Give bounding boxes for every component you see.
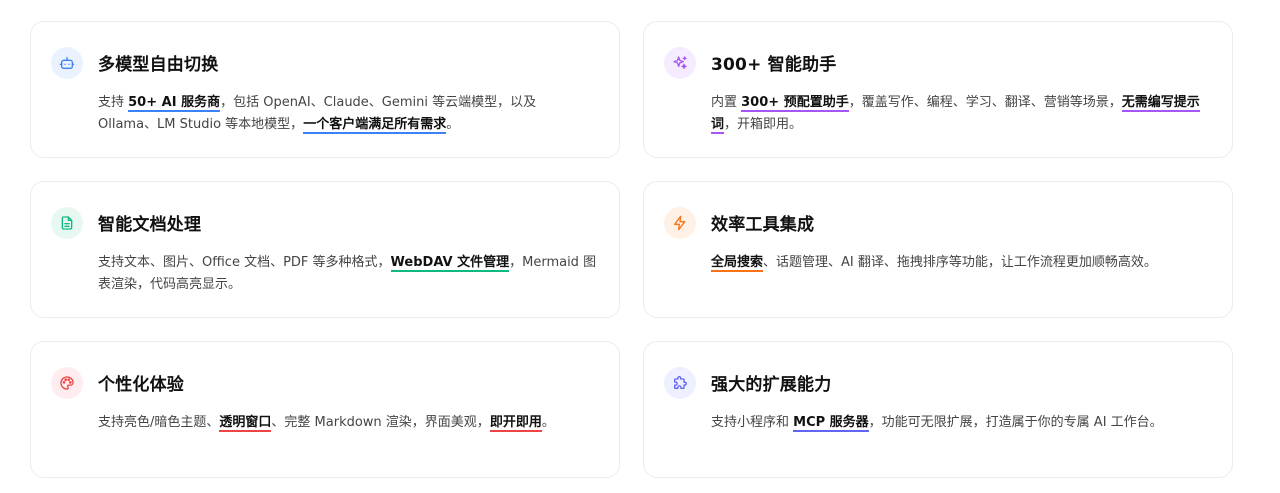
feature-card-extensions: 强大的扩展能力 支持小程序和 MCP 服务器，功能可无限扩展，打造属于你的专属 … [643, 341, 1233, 478]
description-text: ，覆盖写作、编程、学习、翻译、营销等场景， [848, 95, 1122, 110]
feature-card-documents: 智能文档处理 支持文本、图片、Office 文档、PDF 等多种格式，WebDA… [30, 181, 620, 318]
highlight-text: WebDAV 文件管理 [390, 255, 510, 272]
palette-icon [60, 376, 74, 390]
sparkles-icon [673, 56, 687, 69]
description-text: 。 [541, 415, 555, 430]
description-text: 内置 [711, 95, 742, 110]
description-text: 支持 [98, 95, 129, 110]
features-grid: 多模型自由切换 支持 50+ AI 服务商，包括 OpenAI、Claude、G… [0, 0, 1280, 493]
description-text: 、话题管理、AI 翻译、拖拽排序等功能，让工作流程更加顺畅高效。 [763, 255, 1157, 270]
feature-card-efficiency: 效率工具集成 全局搜索、话题管理、AI 翻译、拖拽排序等功能，让工作流程更加顺畅… [643, 181, 1233, 318]
document-icon [61, 216, 73, 230]
description-text: 、完整 Markdown 渲染，界面美观， [271, 415, 490, 430]
description-text: ，功能可无限扩展，打造属于你的专属 AI 工作台。 [868, 415, 1163, 430]
feature-title: 效率工具集成 [711, 215, 815, 235]
feature-card-assistants: 300+ 智能助手 内置 300+ 预配置助手，覆盖写作、编程、学习、翻译、营销… [643, 21, 1233, 158]
description-text: 支持文本、图片、Office 文档、PDF 等多种格式， [98, 255, 391, 270]
highlight-text: 透明窗口 [219, 415, 272, 432]
feature-card-personalization: 个性化体验 支持亮色/暗色主题、透明窗口、完整 Markdown 渲染，界面美观… [30, 341, 620, 478]
highlight-text: 即开即用 [489, 415, 542, 432]
feature-description: 支持亮色/暗色主题、透明窗口、完整 Markdown 渲染，界面美观，即开即用。 [98, 412, 598, 434]
feature-description: 支持 50+ AI 服务商，包括 OpenAI、Claude、Gemini 等云… [98, 92, 598, 136]
lightning-icon [674, 215, 686, 231]
icon-badge [51, 47, 83, 79]
icon-badge [664, 367, 696, 399]
puzzle-icon [674, 376, 687, 389]
feature-description: 支持文本、图片、Office 文档、PDF 等多种格式，WebDAV 文件管理，… [98, 252, 598, 296]
feature-description: 支持小程序和 MCP 服务器，功能可无限扩展，打造属于你的专属 AI 工作台。 [711, 412, 1211, 434]
icon-badge [51, 367, 83, 399]
icon-badge [51, 207, 83, 239]
feature-title: 个性化体验 [98, 375, 184, 395]
feature-title: 多模型自由切换 [98, 55, 219, 75]
highlight-text: 全局搜索 [711, 255, 764, 272]
highlight-text: 一个客户端满足所有需求 [303, 117, 447, 134]
feature-card-multi-model: 多模型自由切换 支持 50+ AI 服务商，包括 OpenAI、Claude、G… [30, 21, 620, 158]
description-text: 支持小程序和 [711, 415, 794, 430]
icon-badge [664, 47, 696, 79]
feature-description: 全局搜索、话题管理、AI 翻译、拖拽排序等功能，让工作流程更加顺畅高效。 [711, 252, 1211, 274]
feature-title: 智能文档处理 [98, 215, 202, 235]
feature-title: 强大的扩展能力 [711, 375, 832, 395]
description-text: 支持亮色/暗色主题、 [98, 415, 220, 430]
highlight-text: 50+ AI 服务商 [128, 95, 221, 112]
description-text: ，开箱即用。 [724, 117, 803, 132]
highlight-text: MCP 服务器 [793, 415, 869, 432]
robot-icon [59, 57, 75, 69]
description-text: 。 [446, 117, 460, 132]
feature-description: 内置 300+ 预配置助手，覆盖写作、编程、学习、翻译、营销等场景，无需编写提示… [711, 92, 1211, 136]
icon-badge [664, 207, 696, 239]
feature-title: 300+ 智能助手 [711, 55, 837, 75]
highlight-text: 300+ 预配置助手 [741, 95, 849, 112]
